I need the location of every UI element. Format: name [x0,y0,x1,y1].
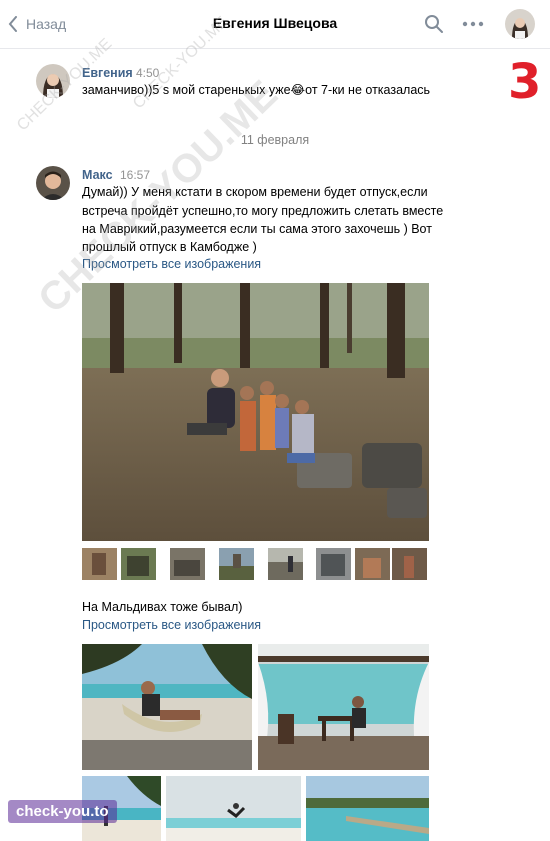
date-separator: 11 февраля [240,133,310,147]
message-author[interactable]: Макс [82,168,113,182]
avatar[interactable] [36,166,70,200]
message-text: заманчиво))5 s мой старенькых уже😂от 7-к… [82,83,431,97]
view-all-images-link[interactable]: Просмотреть все изображения [82,257,261,271]
message-time: 4:50 [136,66,160,80]
header-avatar[interactable] [505,9,535,39]
photo-thumbnail[interactable] [121,548,156,580]
cambodia-main-photo[interactable] [82,283,429,541]
maldives-terrace-photo[interactable] [258,644,429,770]
chat-header: Назад Евгения Швецова [0,0,550,49]
annotation-number: 3 [508,54,542,110]
photo-thumbnail[interactable] [170,548,205,580]
message-time: 16:57 [120,168,151,182]
photo-thumbnail[interactable] [316,548,351,580]
view-all-images-link[interactable]: Просмотреть все изображения [82,618,261,632]
search-button[interactable] [424,14,444,34]
photo-thumbnail[interactable] [268,548,303,580]
message-text-line: Думай)) У меня кстати в скором времени б… [82,185,428,199]
maldives-hammock-photo[interactable] [82,644,252,770]
message-text-line: на Маврикий,разумеется если ты сама этог… [82,222,432,236]
maldives-beach-photo[interactable] [82,776,161,841]
message-text-line: встреча пройдёт успешно,то могу предложи… [82,204,444,218]
maldives-pier-photo[interactable] [306,776,429,841]
message-author[interactable]: Евгения [82,66,133,80]
avatar[interactable] [36,64,70,98]
more-icon [462,21,484,27]
photo-thumbnail[interactable] [219,548,254,580]
photo-thumbnail[interactable] [392,548,427,580]
message-text: На Мальдивах тоже бывал) [82,600,243,614]
message-text-line: прошлый отпуск в Камбодже ) [82,240,257,254]
maldives-jump-photo[interactable] [166,776,301,841]
photo-thumbnail[interactable] [82,548,117,580]
more-button[interactable] [462,14,484,34]
search-icon [425,15,443,33]
photo-thumbnail[interactable] [355,548,390,580]
